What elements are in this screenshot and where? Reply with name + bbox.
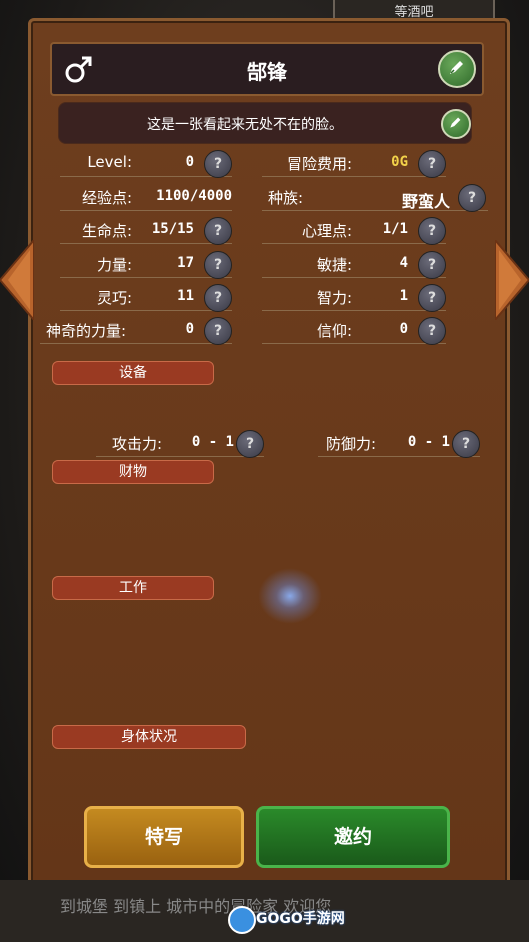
section-work[interactable]: 工作: [52, 576, 214, 600]
stat-label: 智力:: [316, 289, 352, 307]
invite-button[interactable]: 邀约: [256, 806, 450, 868]
description-text: 这是一张看起来无处不在的脸。: [147, 117, 343, 133]
stat-label: 神奇的力量:: [46, 322, 127, 340]
stat-label: 生命点:: [81, 222, 132, 240]
help-button[interactable]: ?: [452, 430, 480, 458]
stat-value: 1: [399, 288, 408, 304]
stat-faith: 信仰: 0 ?: [262, 317, 446, 345]
help-button[interactable]: ?: [418, 317, 446, 345]
stat-label: 冒险费用:: [286, 155, 352, 173]
stat-value: 11: [177, 288, 194, 304]
stat-intelligence: 智力: 1 ?: [262, 284, 446, 312]
help-button[interactable]: ?: [418, 284, 446, 312]
stat-value: 野蛮人: [401, 192, 450, 211]
sparkle-effect: [258, 568, 322, 624]
help-button[interactable]: ?: [458, 184, 486, 212]
stat-value: 4: [399, 255, 408, 271]
stat-value: 17: [177, 255, 194, 271]
stat-label: 心理点:: [301, 222, 352, 240]
stat-value: 0 - 1: [191, 434, 234, 450]
help-button[interactable]: ?: [204, 317, 232, 345]
watermark-text: GOGO手游网: [256, 911, 345, 927]
stat-race: 种族: 野蛮人 ?: [262, 184, 488, 212]
help-button[interactable]: ?: [204, 150, 232, 178]
help-button[interactable]: ?: [418, 251, 446, 279]
edit-description-button[interactable]: [441, 109, 471, 139]
stat-label: 种族:: [268, 189, 304, 207]
help-button[interactable]: ?: [418, 150, 446, 178]
stat-agility: 敏捷: 4 ?: [262, 251, 446, 279]
stat-label: Level:: [87, 153, 132, 171]
stat-defense: 防御力: 0 - 1 ?: [318, 430, 480, 458]
stat-value: 0: [185, 321, 194, 337]
stat-attack: 攻击力: 0 - 1 ?: [96, 430, 264, 458]
character-name: 郜锋: [247, 60, 287, 84]
stat-label: 灵巧:: [96, 289, 132, 307]
stat-label: 防御力:: [326, 435, 377, 453]
next-character-arrow-icon[interactable]: [495, 240, 529, 320]
stat-label: 攻击力:: [112, 435, 163, 453]
stat-magic-power: 神奇的力量: 0 ?: [40, 317, 232, 345]
pencil-icon: [450, 117, 461, 128]
stat-label: 信仰:: [316, 322, 352, 340]
stat-dexterity: 灵巧: 11 ?: [60, 284, 232, 312]
help-button[interactable]: ?: [204, 217, 232, 245]
section-equipment[interactable]: 设备: [52, 361, 214, 385]
edit-name-button[interactable]: [438, 50, 476, 88]
stat-mental: 心理点: 1/1 ?: [262, 217, 446, 245]
stat-value: 0G: [391, 154, 408, 170]
description-box: 这是一张看起来无处不在的脸。: [58, 102, 472, 144]
stat-adventure-fee: 冒险费用: 0G ?: [262, 150, 446, 178]
help-button[interactable]: ?: [204, 251, 232, 279]
stat-value: 15/15: [151, 221, 194, 237]
stat-label: 力量:: [96, 256, 132, 274]
pencil-icon: [450, 61, 463, 74]
stat-value: 1/1: [382, 221, 408, 237]
stat-health: 生命点: 15/15 ?: [60, 217, 232, 245]
help-button[interactable]: ?: [204, 284, 232, 312]
stat-label: 经验点:: [81, 189, 132, 207]
stat-label: 敏捷:: [316, 256, 352, 274]
watermark-logo-icon: [228, 906, 256, 934]
section-property[interactable]: 财物: [52, 460, 214, 484]
previous-character-arrow-icon[interactable]: [0, 240, 34, 320]
stat-value: 1100/4000: [156, 188, 232, 204]
stat-value: 0: [399, 321, 408, 337]
help-button[interactable]: ?: [236, 430, 264, 458]
stat-level: Level: 0 ?: [60, 150, 232, 178]
help-button[interactable]: ?: [418, 217, 446, 245]
section-condition[interactable]: 身体状况: [52, 725, 246, 749]
stat-experience: 经验点: 1100/4000: [60, 184, 232, 211]
closeup-button[interactable]: 特写: [84, 806, 244, 868]
character-header: 郜锋: [50, 42, 484, 96]
stat-value: 0: [185, 154, 194, 170]
stat-strength: 力量: 17 ?: [60, 251, 232, 279]
stat-value: 0 - 1: [407, 434, 450, 450]
